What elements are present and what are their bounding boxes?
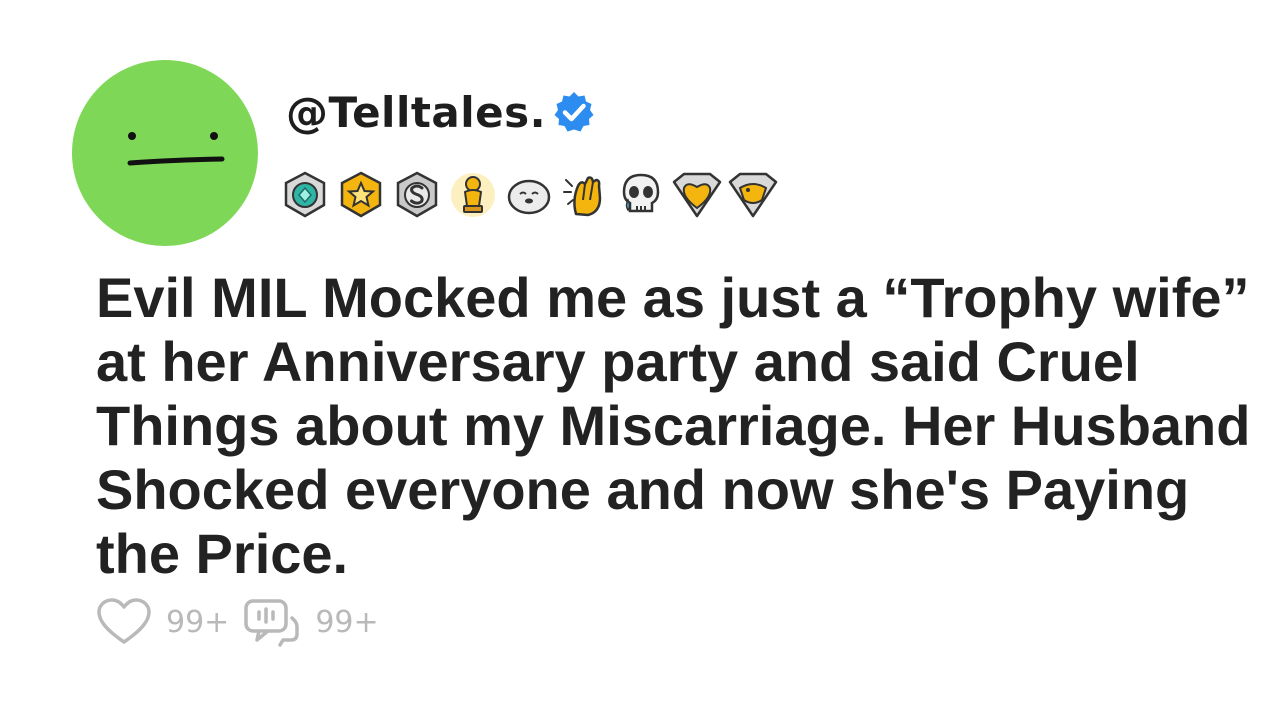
- crying-skull-award-icon: [614, 170, 668, 220]
- clapping-hands-award-icon: [558, 170, 612, 220]
- platypus-shield-award-icon: [726, 170, 780, 220]
- awards-row: [278, 170, 780, 220]
- comment-bubble-icon[interactable]: [243, 596, 301, 648]
- username[interactable]: @Telltales.: [286, 88, 546, 137]
- heart-outline-icon[interactable]: [96, 597, 152, 647]
- neutral-face-icon: [127, 132, 225, 166]
- username-row: @Telltales.: [286, 82, 596, 142]
- post-title: Evil MIL Mocked me as just a “Trophy wif…: [96, 266, 1251, 585]
- gold-star-award-icon: [334, 170, 388, 220]
- silver-coin-award-icon: [390, 170, 444, 220]
- avatar[interactable]: [72, 60, 258, 246]
- gold-trophy-award-icon: [446, 170, 500, 220]
- verified-checkmark-icon: [554, 92, 594, 132]
- teal-gem-award-icon: [278, 170, 332, 220]
- gold-heart-shield-award-icon: [670, 170, 724, 220]
- seal-award-icon: [502, 170, 556, 220]
- post-actions: 99+ 99+: [96, 596, 393, 648]
- likes-count: 99+: [166, 604, 230, 640]
- comments-count: 99+: [315, 604, 379, 640]
